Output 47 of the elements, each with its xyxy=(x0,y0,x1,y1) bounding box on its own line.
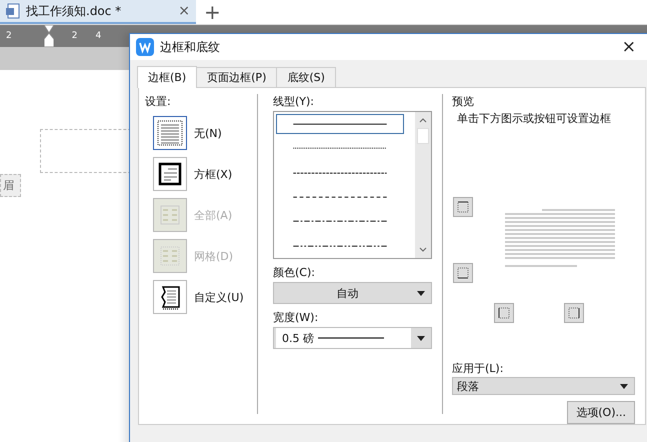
border-setting-icon[interactable] xyxy=(153,280,187,314)
ruler-number: 2 xyxy=(72,31,78,41)
setting-label: 无(N) xyxy=(194,126,222,140)
dropdown-arrow-icon xyxy=(417,290,425,296)
ruler-number: 2 xyxy=(6,31,12,41)
setting-label: 自定义(U) xyxy=(194,290,244,304)
tab[interactable]: 边框(B) xyxy=(137,66,198,88)
dialog-title: 边框和底纹 xyxy=(160,38,221,56)
border-setting-icon[interactable] xyxy=(153,157,187,191)
bottom-border-button[interactable] xyxy=(453,263,473,283)
top-border-button[interactable] xyxy=(453,197,473,217)
line-style-option[interactable] xyxy=(276,114,404,134)
scroll-thumb[interactable] xyxy=(417,128,429,144)
width-label: 宽度(W): xyxy=(273,310,320,325)
options-button[interactable]: 选项(O)... xyxy=(567,401,635,424)
width-dropdown[interactable]: 0.5 磅 xyxy=(273,327,432,349)
line-sample-icon xyxy=(318,336,384,340)
scroll-up-icon[interactable] xyxy=(418,116,428,124)
color-dropdown[interactable]: 自动 xyxy=(273,282,432,304)
line-style-label: 线型(Y): xyxy=(273,94,316,109)
color-label: 颜色(C): xyxy=(273,265,316,280)
app-logo-icon xyxy=(136,38,154,56)
tab[interactable]: 底纹(S) xyxy=(276,67,336,87)
document-tab[interactable]: 找工作须知.doc * × xyxy=(0,0,196,24)
document-icon xyxy=(6,3,20,19)
left-border-button[interactable] xyxy=(494,303,514,323)
indent-marker-icon[interactable] xyxy=(44,25,54,47)
apply-to-label: 应用于(L): xyxy=(452,361,504,376)
dropdown-arrow-icon xyxy=(417,336,425,340)
header-label: 眉 xyxy=(0,174,21,197)
scrollbar[interactable] xyxy=(415,112,431,258)
border-setting-icon[interactable] xyxy=(153,116,187,150)
setting-label: 网格(D) xyxy=(194,248,234,264)
preview-hint: 单击下方图示或按钮可设置边框 xyxy=(456,111,612,126)
setting-label: 全部(A) xyxy=(194,208,232,222)
close-button[interactable]: × xyxy=(622,37,636,57)
new-tab-button[interactable]: + xyxy=(196,0,229,24)
dropdown-arrow-icon xyxy=(620,384,628,388)
setting-label: 方框(X) xyxy=(194,166,232,182)
ruler-number: 4 xyxy=(95,31,102,41)
right-border-button[interactable] xyxy=(564,303,584,323)
apply-to-dropdown[interactable]: 段落 xyxy=(452,377,635,395)
settings-label: 设置: xyxy=(145,94,172,109)
close-tab-button[interactable]: × xyxy=(178,3,190,19)
document-title: 找工作须知.doc * xyxy=(26,2,122,20)
preview-label: 预览 xyxy=(452,94,475,109)
scroll-down-icon[interactable] xyxy=(418,246,428,254)
